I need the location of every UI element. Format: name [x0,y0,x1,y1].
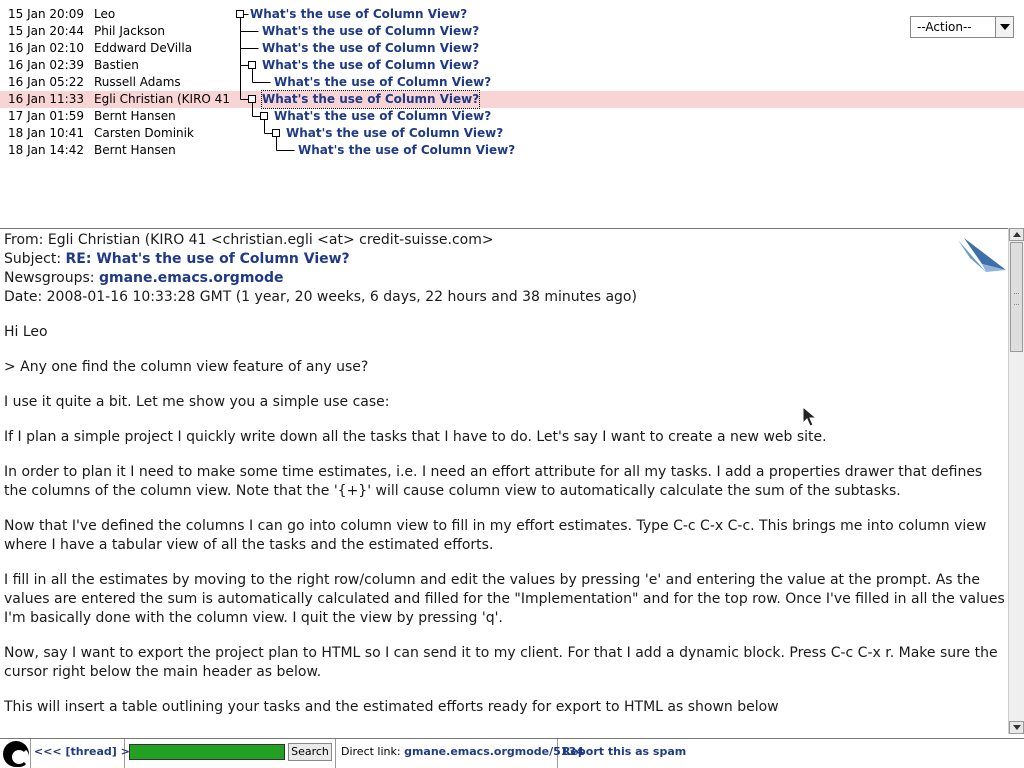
body-paragraph: This will insert a table outlining your … [4,699,779,715]
thread-author: Leo [94,7,116,21]
thread-subject-link[interactable]: What's the use of Column View? [274,74,491,91]
action-dropdown[interactable]: --Action-- [910,16,1014,38]
thread-author: Bernt Hansen [94,109,176,123]
thread-row[interactable]: 15 Jan 20:09 Leo What's the use of Colum… [0,6,1024,23]
direct-link: Direct link: gmane.emacs.orgmode/5134 [341,745,584,758]
thread-row-selected[interactable]: 16 Jan 11:33 Egli Christian (KIRO 41 Wha… [0,90,1024,109]
mouse-pointer-icon [802,406,818,427]
thread-author: Egli Christian (KIRO 41 [94,92,230,106]
body-paragraph: Now, say I want to export the project pl… [4,645,998,680]
thread-date: 15 Jan 20:44 [8,24,84,38]
thread-author: Eddward DeVilla [94,41,193,55]
thread-subject-link[interactable]: What's the use of Column View? [274,108,491,125]
thread-author: Russell Adams [94,75,181,89]
thread-subject-link[interactable]: What's the use of Column View? [298,142,515,159]
article: From: Egli Christian (KIRO 41 <christian… [4,231,1006,717]
search-button[interactable]: Search [288,743,332,761]
article-body: Hi Leo > Any one find the column view fe… [4,323,1006,717]
body-paragraph: I fill in all the estimates by moving to… [4,572,1005,626]
thread-row[interactable]: 17 Jan 01:59 Bernt Hansen What's the use… [0,108,1024,125]
thread-author: Bernt Hansen [94,143,176,157]
body-paragraph: In order to plan it I need to make some … [4,464,983,499]
body-paragraph: If I plan a simple project I quickly wri… [4,429,827,445]
body-paragraph: Now that I've defined the columns I can … [4,518,987,553]
thread-row[interactable]: 16 Jan 05:22 Russell Adams What's the us… [0,74,1024,91]
thread-date: 16 Jan 02:39 [8,58,84,72]
scrollbar-thumb[interactable] [1010,242,1023,352]
from-value: Egli Christian (KIRO 41 <christian.egli … [47,232,494,248]
header-date: Date: 2008-01-16 10:33:28 GMT (1 year, 2… [4,288,1006,307]
article-scrollbar[interactable] [1008,228,1024,734]
thread-date: 16 Jan 11:33 [8,92,84,106]
gmane-g-icon[interactable] [3,741,29,767]
thread-date: 18 Jan 10:41 [8,126,84,140]
footer-bar: <<< [thread] >>> Search Direct link: gma… [0,738,1024,768]
thread-subject-link[interactable]: What's the use of Column View? [262,23,479,40]
from-label: From: [4,232,44,248]
thread-list: 15 Jan 20:09 Leo What's the use of Colum… [0,0,1024,228]
newsgroups-link[interactable]: gmane.emacs.orgmode [99,270,284,286]
thread-subject-link[interactable]: What's the use of Column View? [250,6,467,23]
report-spam-link[interactable]: Report this as spam [562,745,686,758]
thread-subject-link[interactable]: What's the use of Column View? [262,40,479,57]
subject-label: Subject: [4,251,62,267]
scroll-up-icon[interactable] [1009,228,1024,241]
thread-subject-link[interactable]: What's the use of Column View? [262,57,479,74]
subject-link[interactable]: RE: What's the use of Column View? [66,251,350,267]
thread-subject-link[interactable]: What's the use of Column View? [286,125,503,142]
thread-date: 16 Jan 05:22 [8,75,84,89]
direct-link-url[interactable]: gmane.emacs.orgmode/5134 [404,745,584,758]
header-newsgroups: Newsgroups: gmane.emacs.orgmode [4,269,1006,288]
article-pane: From: Egli Christian (KIRO 41 <christian… [0,228,1024,734]
gmane-sail-logo-icon [958,238,1006,272]
thread-subject-link[interactable]: What's the use of Column View? [260,90,481,109]
thread-row[interactable]: 16 Jan 02:39 Bastien What's the use of C… [0,57,1024,74]
thread-date: 18 Jan 14:42 [8,143,84,157]
thread-row[interactable]: 18 Jan 14:42 Bernt Hansen What's the use… [0,142,1024,159]
thread-row[interactable]: 18 Jan 10:41 Carsten Dominik What's the … [0,125,1024,142]
body-paragraph: I use it quite a bit. Let me show you a … [4,394,390,410]
chevron-down-icon[interactable] [995,17,1013,37]
newsgroups-label: Newsgroups: [4,270,95,286]
thread-author: Carsten Dominik [94,126,194,140]
thread-author: Bastien [94,58,139,72]
direct-link-label: Direct link: [341,745,401,758]
gmane-logo-cell [0,739,31,768]
thread-date: 16 Jan 02:10 [8,41,84,55]
date-value: 2008-01-16 10:33:28 GMT (1 year, 20 week… [46,289,637,305]
thread-row[interactable]: 16 Jan 02:10 Eddward DeVilla What's the … [0,40,1024,57]
thread-date: 15 Jan 20:09 [8,7,84,21]
body-paragraph: Hi Leo [4,324,48,340]
scroll-down-icon[interactable] [1009,721,1024,734]
search-input[interactable] [129,744,285,760]
thread-nav-cell: <<< [thread] >>> [31,739,148,768]
body-paragraph: > Any one find the column view feature o… [4,359,369,375]
thread-date: 17 Jan 01:59 [8,109,84,123]
thread-author: Phil Jackson [94,24,165,38]
thread-row[interactable]: 15 Jan 20:44 Phil Jackson What's the use… [0,23,1024,40]
header-from: From: Egli Christian (KIRO 41 <christian… [4,231,1006,250]
date-label: Date: [4,289,43,305]
header-subject: Subject: RE: What's the use of Column Vi… [4,250,1006,269]
action-dropdown-value: --Action-- [917,20,972,34]
